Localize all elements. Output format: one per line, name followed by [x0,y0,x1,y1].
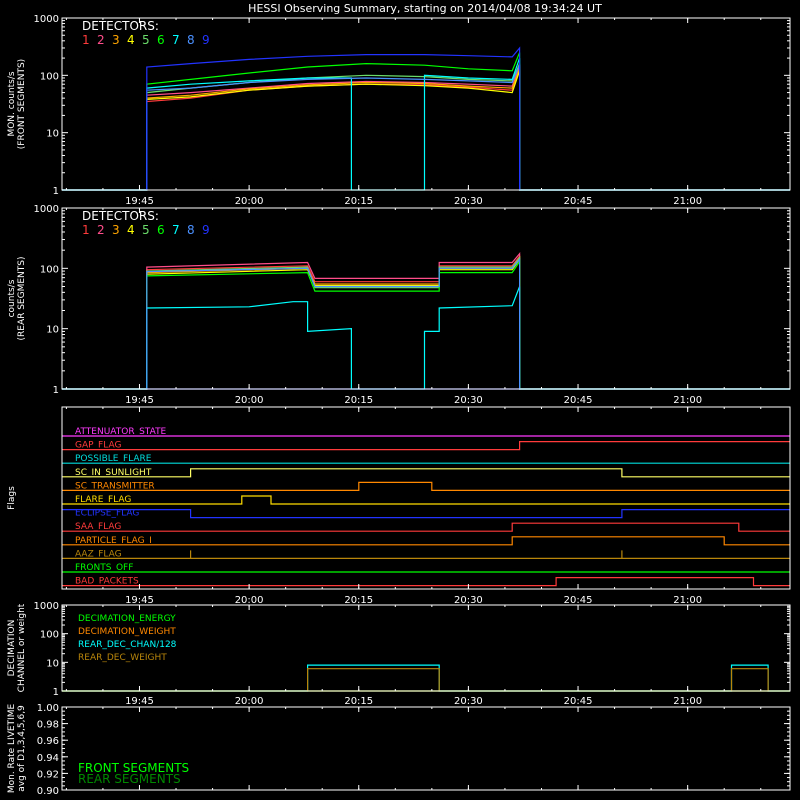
x-tick-label: 20:30 [454,395,483,406]
y-axis-label: Flags [7,486,17,510]
y-tick-label: 100 [40,630,59,641]
y-tick-label: 0.90 [37,786,59,797]
y-tick-label: 10 [46,325,59,336]
x-tick-label: 20:00 [235,696,264,707]
legend-entry: 9 [202,33,210,47]
flag-label: FLARE_FLAG [75,495,131,505]
legend-entry: 8 [187,223,195,237]
x-tick-label: 20:00 [235,196,264,207]
y-tick-label: 1 [53,687,59,698]
y-axis-label: CHANNEL or weight [17,603,27,692]
legend-entry: 6 [157,33,165,47]
chart-title: HESSI Observing Summary, starting on 201… [248,2,602,15]
x-tick-label: 20:30 [454,595,483,606]
legend-entry: 4 [127,223,135,237]
x-tick-label: 20:15 [344,196,373,207]
flag-label: AAZ_FLAG [75,549,122,559]
legend-entry: REAR SEGMENTS [78,772,181,786]
x-tick-label: 20:15 [344,595,373,606]
legend-title: DETECTORS: [82,209,159,223]
x-tick-label: 20:15 [344,395,373,406]
y-axis-label: (FRONT SEGMENTS) [17,59,27,149]
y-tick-label: 1000 [34,204,59,215]
x-tick-label: 19:45 [125,395,154,406]
flag-label: SAA_FLAG [75,522,121,532]
legend-entry: 3 [112,33,120,47]
legend-entry: REAR_DEC_WEIGHT [78,653,167,663]
legend-entry: 1 [82,33,90,47]
x-tick-label: 19:45 [125,595,154,606]
flag-label: SC_TRANSMITTER [75,481,155,491]
flag-label: SC_IN_SUNLIGHT [75,468,152,478]
y-axis-label: avg of D1,3,4,5,6,9 [17,705,27,792]
x-tick-label: 20:45 [564,196,593,207]
y-tick-label: 1.00 [37,703,59,714]
x-tick-label: 21:00 [673,696,702,707]
flag-label: ATTENUATOR_STATE [75,427,167,437]
y-tick-label: 100 [40,71,59,82]
y-axis-label: MON. counts/s [7,71,17,136]
y-tick-label: 0.96 [37,736,59,747]
x-tick-label: 20:45 [564,696,593,707]
y-tick-label: 10 [46,658,59,669]
y-tick-label: 100 [40,264,59,275]
legend-entry: 6 [157,223,165,237]
y-tick-label: 10 [46,129,59,140]
legend-entry: 8 [187,33,195,47]
y-tick-label: 1000 [34,14,59,25]
legend-entry: 3 [112,223,120,237]
y-axis-label: counts/s [7,279,17,317]
x-tick-label: 20:00 [235,595,264,606]
legend-entry: 4 [127,33,135,47]
hessi-summary-chart: HESSI Observing Summary, starting on 201… [0,0,800,800]
legend-entry: 2 [97,33,105,47]
y-axis-label: DECIMATION [7,620,17,677]
x-tick-label: 21:00 [673,196,702,207]
flag-label: GAP_FLAG [75,441,121,451]
y-tick-label: 1 [53,186,59,197]
x-tick-label: 20:15 [344,696,373,707]
flag-label: PARTICLE_FLAG_I [75,536,152,546]
y-tick-label: 0.92 [37,769,59,780]
legend-entry: 7 [172,223,180,237]
y-tick-label: 0.94 [37,753,59,764]
legend-entry: 2 [97,223,105,237]
legend-entry: 1 [82,223,90,237]
legend-entry: 7 [172,33,180,47]
legend-entry: 9 [202,223,210,237]
legend-entry: 5 [142,223,150,237]
flag-label: POSSIBLE_FLARE [75,454,152,464]
flag-label: ECLIPSE_FLAG [75,509,139,519]
flag-label: BAD_PACKETS [75,577,139,587]
x-tick-label: 20:30 [454,196,483,207]
legend-title: DETECTORS: [82,19,159,33]
x-tick-label: 20:00 [235,395,264,406]
y-tick-label: 1000 [34,601,59,612]
legend-entry: DECIMATION_ENERGY [78,614,176,624]
y-axis-label: (REAR SEGMENTS) [17,256,27,340]
flag-label: FRONTS_OFF [75,563,133,573]
x-tick-label: 21:00 [673,595,702,606]
x-tick-label: 20:30 [454,696,483,707]
x-tick-label: 20:45 [564,595,593,606]
y-axis-label: Mon. Rate LIVETIME [7,704,17,794]
legend-entry: 5 [142,33,150,47]
legend-entry: REAR_DEC_CHAN/128 [78,640,177,650]
x-tick-label: 20:45 [564,395,593,406]
x-tick-label: 19:45 [125,696,154,707]
x-tick-label: 21:00 [673,395,702,406]
legend-entry: DECIMATION_WEIGHT [78,627,176,637]
y-tick-label: 0.98 [37,720,59,731]
x-tick-label: 19:45 [125,196,154,207]
y-tick-label: 1 [53,385,59,396]
